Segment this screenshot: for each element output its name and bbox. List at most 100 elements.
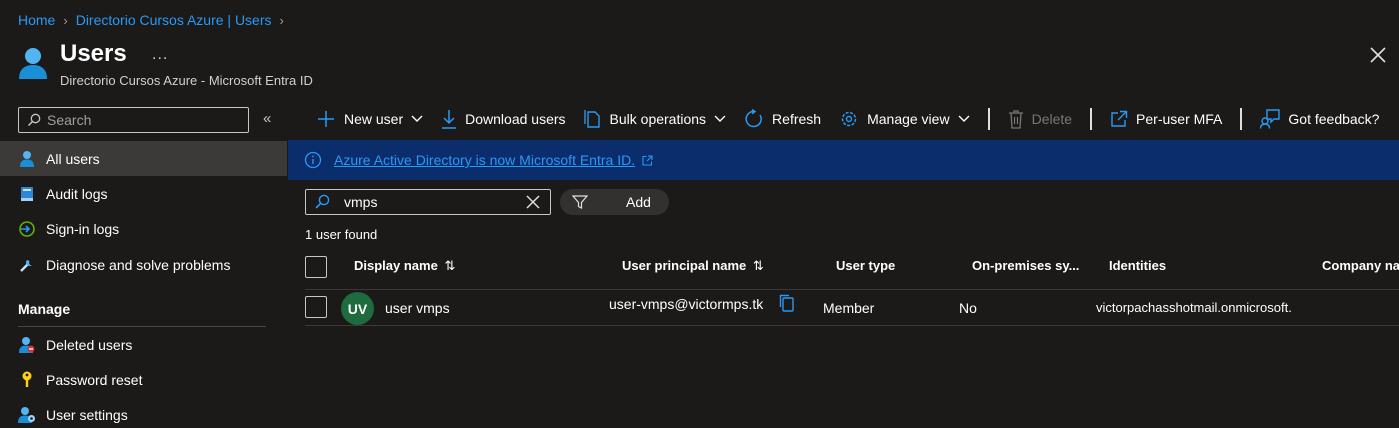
breadcrumb-directory-users[interactable]: Directorio Cursos Azure | Users — [76, 12, 272, 28]
gear-icon — [841, 111, 857, 127]
user-search-input[interactable]: vmps — [305, 189, 551, 215]
row-divider — [305, 325, 1399, 326]
column-header-label: Display name — [354, 258, 438, 273]
toolbar-separator — [1090, 108, 1093, 130]
sidebar-item-label: User settings — [46, 406, 128, 423]
download-users-button[interactable]: Download users — [441, 109, 566, 129]
column-header-label: User principal name — [622, 258, 747, 273]
got-feedback-button[interactable]: Got feedback? — [1260, 109, 1379, 129]
delete-label: Delete — [1031, 111, 1073, 127]
banner-link[interactable]: Azure Active Directory is now Microsoft … — [334, 152, 635, 168]
per-user-mfa-button[interactable]: Per-user MFA — [1110, 110, 1222, 128]
feedback-icon — [1260, 109, 1281, 129]
column-header-company[interactable]: Company na — [1322, 258, 1399, 273]
download-icon — [442, 110, 457, 129]
sidebar-item-audit-logs[interactable]: Audit logs — [0, 176, 287, 211]
sidebar-item-diagnose[interactable]: Diagnose and solve problems — [0, 247, 287, 282]
sign-in-icon — [18, 220, 36, 238]
clear-search-icon[interactable] — [526, 195, 540, 209]
user-type-value: Member — [823, 300, 875, 316]
column-header-upn[interactable]: User principal name ⇅ — [622, 258, 764, 274]
add-filter-button[interactable]: Add — [560, 189, 669, 215]
identities-value[interactable]: victorpachasshotmail.onmicrosoft. — [1096, 300, 1292, 315]
user-icon — [18, 150, 36, 168]
key-icon — [18, 371, 36, 389]
column-header-display-name[interactable]: Display name ⇅ — [354, 258, 455, 274]
chevron-down-icon — [714, 115, 726, 122]
bulk-operations-label: Bulk operations — [609, 111, 707, 127]
info-icon — [304, 151, 322, 169]
column-header-identities[interactable]: Identities — [1109, 258, 1166, 273]
header-divider — [305, 289, 1399, 290]
result-count: 1 user found — [305, 227, 378, 242]
open-external-icon[interactable] — [642, 154, 653, 166]
command-toolbar: New user Download users Bulk operations … — [316, 104, 1397, 134]
sidebar-item-label: All users — [46, 150, 100, 167]
more-options-icon[interactable]: ... — [152, 46, 168, 64]
trash-icon — [1008, 110, 1023, 129]
open-external-icon — [1111, 110, 1128, 127]
bulk-operations-button[interactable]: Bulk operations — [583, 109, 727, 129]
breadcrumb-home[interactable]: Home — [18, 12, 55, 28]
page-title: Users — [60, 40, 127, 67]
refresh-button[interactable]: Refresh — [744, 109, 821, 129]
sidebar-search-placeholder: Search — [47, 112, 92, 128]
manage-view-button[interactable]: Manage view — [839, 109, 970, 129]
toolbar-separator — [1240, 108, 1243, 130]
chevron-right-icon: › — [279, 12, 284, 28]
column-header-on-premises[interactable]: On-premises sy... — [972, 258, 1079, 273]
manage-view-label: Manage view — [867, 111, 950, 127]
sidebar-item-label: Sign-in logs — [46, 220, 120, 237]
user-principal-name: user-vmps@victormps.tk — [609, 296, 764, 312]
book-icon — [18, 185, 36, 203]
add-filter-label: Add — [626, 194, 651, 210]
sidebar-item-label: Audit logs — [46, 185, 108, 202]
sidebar-item-label: Deleted users — [46, 336, 133, 353]
plus-icon — [318, 111, 334, 127]
chevron-down-icon — [958, 115, 970, 122]
search-value: vmps — [344, 194, 378, 210]
chevron-down-icon — [411, 115, 423, 122]
select-all-checkbox[interactable] — [305, 256, 327, 278]
search-icon — [315, 194, 330, 209]
wrench-icon — [18, 256, 36, 274]
sidebar-item-deleted-users[interactable]: Deleted users — [0, 327, 287, 362]
users-header-icon — [18, 46, 48, 80]
delete-button[interactable]: Delete — [1008, 109, 1072, 129]
sort-icon[interactable]: ⇅ — [444, 258, 455, 273]
refresh-label: Refresh — [772, 111, 822, 127]
user-settings-icon — [18, 406, 36, 424]
sidebar-item-user-settings[interactable]: User settings — [0, 397, 287, 428]
got-feedback-label: Got feedback? — [1288, 111, 1380, 127]
sidebar-section-manage: Manage — [18, 301, 71, 317]
search-icon — [27, 113, 41, 127]
toolbar-separator — [987, 108, 990, 130]
user-display-name-link[interactable]: user vmps — [385, 300, 450, 316]
chevron-right-icon: › — [63, 12, 68, 28]
page-subtitle: Directorio Cursos Azure - Microsoft Entr… — [60, 73, 313, 88]
sidebar-item-password-reset[interactable]: Password reset — [0, 362, 287, 397]
copy-icon[interactable] — [779, 294, 795, 312]
info-banner: Azure Active Directory is now Microsoft … — [288, 140, 1399, 180]
breadcrumb: Home › Directorio Cursos Azure | Users › — [18, 10, 292, 30]
new-user-button[interactable]: New user — [316, 109, 423, 129]
sidebar-search-input[interactable]: Search — [18, 107, 249, 133]
sidebar-item-all-users[interactable]: All users — [0, 141, 287, 176]
row-checkbox[interactable] — [305, 296, 327, 318]
new-user-label: New user — [344, 111, 404, 127]
collapse-sidebar-icon[interactable]: « — [263, 110, 271, 127]
documents-icon — [583, 110, 600, 128]
filter-icon — [572, 195, 588, 209]
refresh-icon — [745, 109, 762, 128]
close-icon[interactable] — [1368, 45, 1388, 65]
sidebar-item-label: Diagnose and solve problems — [46, 256, 231, 273]
avatar: UV — [341, 292, 374, 325]
download-users-label: Download users — [465, 111, 566, 127]
sidebar-item-sign-in-logs[interactable]: Sign-in logs — [0, 211, 287, 246]
sidebar-item-label: Password reset — [46, 371, 143, 388]
column-header-user-type[interactable]: User type — [836, 258, 895, 273]
deleted-user-icon — [18, 336, 36, 354]
per-user-mfa-label: Per-user MFA — [1136, 111, 1223, 127]
on-premises-value: No — [959, 300, 977, 316]
sort-icon[interactable]: ⇅ — [753, 258, 764, 273]
